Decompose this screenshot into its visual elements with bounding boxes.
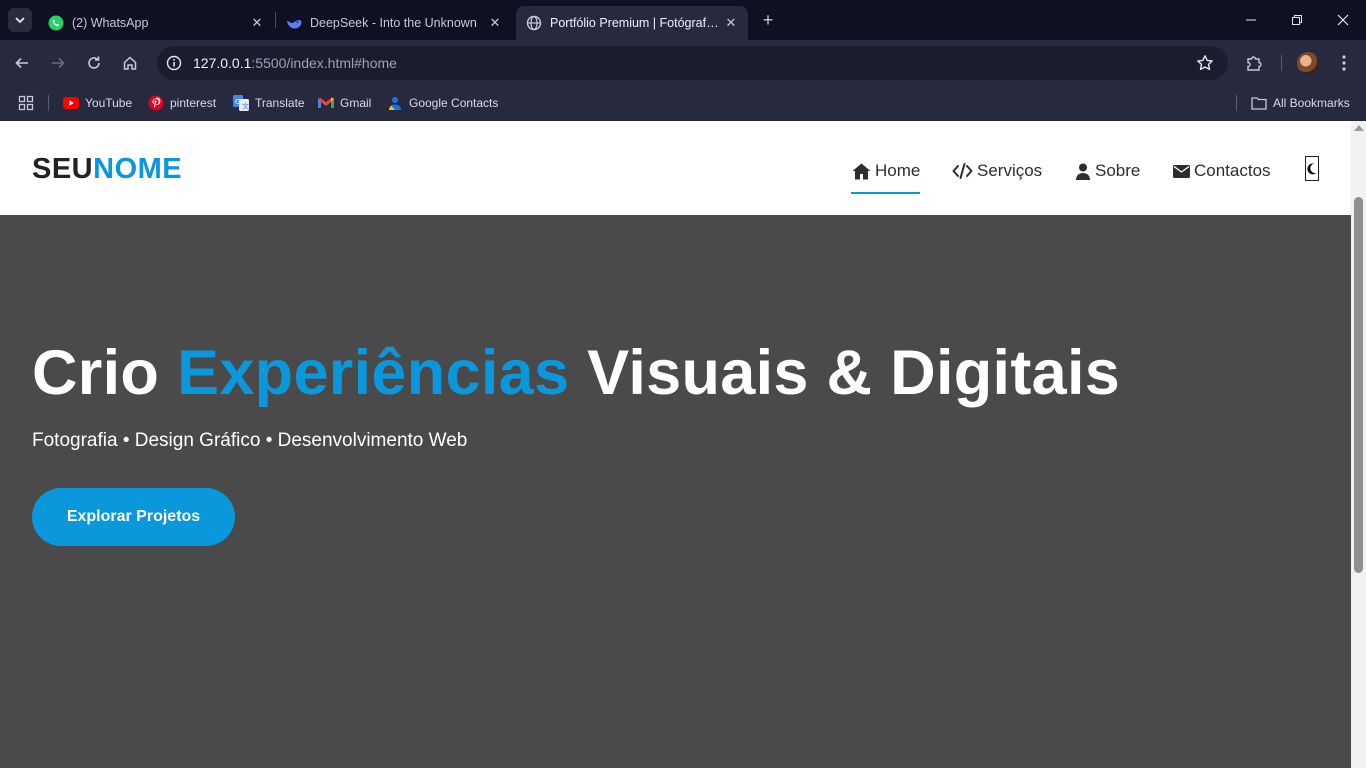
all-bookmarks-button[interactable]: All Bookmarks bbox=[1251, 92, 1350, 114]
extensions-button[interactable] bbox=[1243, 52, 1265, 74]
bookmark-label: YouTube bbox=[85, 96, 133, 110]
bookmarks-bar: YouTube pinterest G文 Translate Gmail Goo… bbox=[0, 85, 1366, 121]
forward-button[interactable] bbox=[46, 51, 70, 75]
hero-title-end: Visuais & Digitais bbox=[569, 338, 1121, 408]
new-tab-button[interactable]: + bbox=[758, 10, 778, 30]
scroll-up-arrow-icon[interactable] bbox=[1354, 125, 1364, 131]
site-info-icon[interactable] bbox=[166, 55, 182, 71]
hero-title-start: Crio bbox=[32, 338, 178, 408]
bookmark-translate[interactable]: G文 Translate bbox=[233, 92, 305, 114]
nav-servicos[interactable]: Serviços bbox=[951, 158, 1042, 184]
back-button[interactable] bbox=[10, 51, 34, 75]
bookmark-label: pinterest bbox=[170, 96, 217, 110]
translate-icon: G文 bbox=[233, 95, 249, 111]
chevron-down-icon bbox=[15, 17, 25, 24]
page-viewport: SEUNOME Home Serviços Sobre Contactos Cr… bbox=[0, 121, 1366, 768]
puzzle-icon bbox=[1247, 56, 1262, 71]
nav-label: Contactos bbox=[1194, 161, 1271, 180]
apps-button[interactable] bbox=[18, 92, 40, 114]
url-text[interactable]: 127.0.0.1:5500/index.html#home bbox=[193, 55, 397, 71]
more-vertical-icon bbox=[1342, 55, 1346, 71]
logo-second: NOME bbox=[93, 153, 183, 185]
url-path: :5500/index.html#home bbox=[251, 55, 397, 71]
tab-search-button[interactable] bbox=[8, 8, 32, 32]
bookmark-star-icon[interactable] bbox=[1196, 54, 1214, 72]
theme-toggle-button[interactable] bbox=[1305, 156, 1319, 181]
profile-avatar[interactable] bbox=[1297, 52, 1319, 74]
menu-button[interactable] bbox=[1333, 52, 1355, 74]
bookmarks-separator bbox=[1236, 95, 1237, 111]
home-icon bbox=[851, 161, 871, 181]
bookmark-label: Translate bbox=[255, 96, 305, 110]
tab-portfolio[interactable]: Portfólio Premium | Fotógrafo, Designer … bbox=[516, 6, 748, 40]
restore-icon bbox=[1292, 15, 1302, 25]
close-icon[interactable]: ✕ bbox=[488, 16, 502, 30]
close-icon[interactable]: ✕ bbox=[724, 16, 738, 30]
nav-label: Serviços bbox=[977, 161, 1043, 180]
code-icon bbox=[951, 161, 973, 181]
url-host: 127.0.0.1 bbox=[193, 55, 252, 71]
tab-deepseek[interactable]: DeepSeek - Into the Unknown ✕ bbox=[276, 6, 512, 40]
svg-text:G: G bbox=[235, 98, 240, 106]
user-icon bbox=[1075, 161, 1091, 181]
moon-icon bbox=[1307, 162, 1317, 174]
nav-home[interactable]: Home bbox=[851, 158, 921, 194]
scroll-thumb[interactable] bbox=[1354, 197, 1363, 573]
tab-bar: (2) WhatsApp ✕ DeepSeek - Into the Unkno… bbox=[0, 0, 1366, 40]
arrow-left-icon bbox=[15, 57, 28, 69]
reload-icon bbox=[88, 56, 100, 69]
nav-label: Home bbox=[875, 161, 921, 180]
svg-text:文: 文 bbox=[242, 102, 249, 111]
home-icon bbox=[123, 56, 137, 70]
hero-title-accent: Experiências bbox=[177, 338, 570, 408]
nav-label: Sobre bbox=[1095, 161, 1141, 180]
address-bar[interactable]: 127.0.0.1:5500/index.html#home bbox=[157, 46, 1228, 80]
tab-title: DeepSeek - Into the Unknown bbox=[310, 16, 477, 30]
nav-sobre[interactable]: Sobre bbox=[1075, 158, 1140, 184]
site-header: SEUNOME Home Serviços Sobre Contactos bbox=[0, 121, 1351, 215]
tab-title: Portfólio Premium | Fotógrafo, Designer … bbox=[550, 16, 720, 30]
explore-projects-button[interactable]: Explorar Projetos bbox=[32, 488, 235, 546]
hero-subtitle: Fotografia • Design Gráfico • Desenvolvi… bbox=[32, 430, 468, 451]
bookmarks-separator bbox=[48, 95, 49, 111]
tab-title: (2) WhatsApp bbox=[72, 16, 149, 30]
bookmark-label: Google Contacts bbox=[409, 96, 499, 110]
tab-whatsapp[interactable]: (2) WhatsApp ✕ bbox=[38, 6, 274, 40]
deepseek-icon bbox=[286, 15, 302, 31]
restore-button[interactable] bbox=[1274, 0, 1320, 40]
pinterest-icon bbox=[148, 95, 164, 111]
bookmark-label: Gmail bbox=[340, 96, 372, 110]
close-icon[interactable]: ✕ bbox=[250, 16, 264, 30]
envelope-icon bbox=[1172, 161, 1190, 181]
browser-toolbar: 127.0.0.1:5500/index.html#home bbox=[0, 40, 1366, 85]
logo-first: SEU bbox=[32, 153, 94, 185]
close-icon bbox=[1337, 14, 1349, 26]
bookmark-pinterest[interactable]: pinterest bbox=[148, 92, 216, 114]
close-window-button[interactable] bbox=[1320, 0, 1366, 40]
hero-section: Crio Experiências Visuais & Digitais Fot… bbox=[0, 215, 1351, 768]
hero-title: Crio Experiências Visuais & Digitais bbox=[32, 337, 1120, 409]
bookmark-label: All Bookmarks bbox=[1273, 96, 1350, 110]
home-button[interactable] bbox=[118, 51, 142, 75]
globe-icon bbox=[526, 15, 542, 31]
arrow-right-icon bbox=[52, 57, 65, 69]
apps-grid-icon bbox=[18, 95, 34, 111]
toolbar-separator bbox=[1281, 55, 1282, 71]
folder-icon bbox=[1251, 95, 1267, 111]
whatsapp-icon bbox=[48, 15, 64, 31]
bookmark-youtube[interactable]: YouTube bbox=[63, 92, 132, 114]
bookmark-gmail[interactable]: Gmail bbox=[318, 92, 371, 114]
minimize-icon bbox=[1246, 19, 1256, 21]
minimize-button[interactable] bbox=[1228, 0, 1274, 40]
page-scrollbar[interactable] bbox=[1351, 121, 1366, 768]
site-logo[interactable]: SEUNOME bbox=[32, 153, 182, 186]
contacts-icon bbox=[387, 95, 403, 111]
gmail-icon bbox=[318, 95, 334, 111]
youtube-icon bbox=[63, 95, 79, 111]
reload-button[interactable] bbox=[82, 51, 106, 75]
bookmark-google-contacts[interactable]: Google Contacts bbox=[387, 92, 498, 114]
nav-contactos[interactable]: Contactos bbox=[1172, 158, 1271, 184]
